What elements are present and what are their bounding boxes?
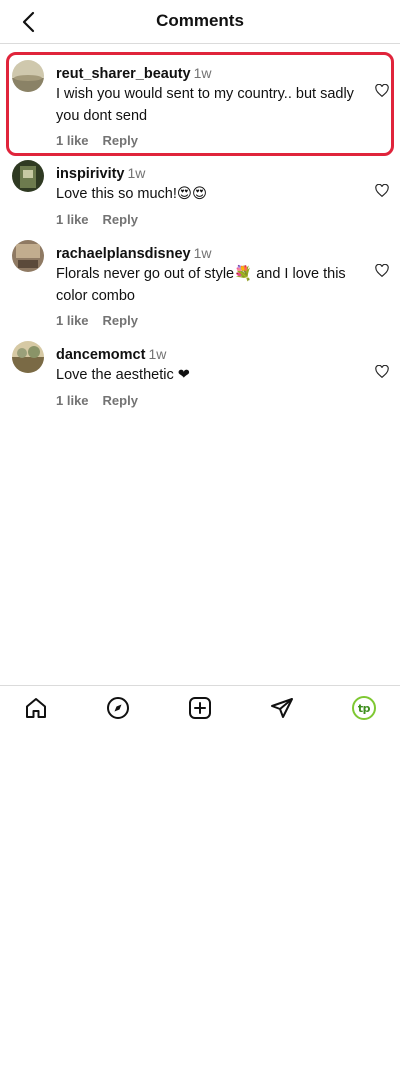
- comment-username[interactable]: reut_sharer_beauty: [56, 66, 191, 82]
- comments-list: reut_sharer_beauty 1w I wish you would se…: [0, 52, 400, 413]
- comment-item: reut_sharer_beauty 1w I wish you would se…: [0, 52, 400, 156]
- like-button[interactable]: [374, 182, 390, 198]
- bottom-navigation: tp: [0, 685, 400, 731]
- comment-item: rachaelplansdisney 1w Florals never go ou…: [0, 232, 400, 333]
- reply-button[interactable]: Reply: [103, 393, 138, 408]
- comment-time: 1w: [127, 165, 146, 181]
- comment-text: Love this so much!😍😍: [56, 186, 208, 202]
- nav-explore-button[interactable]: [104, 694, 132, 722]
- likes-count[interactable]: 1 like: [56, 313, 89, 328]
- avatar[interactable]: [12, 240, 44, 272]
- header: Comments: [0, 0, 400, 44]
- nav-new-post-button[interactable]: [186, 694, 214, 722]
- like-button[interactable]: [374, 262, 390, 278]
- heart-icon: [375, 183, 389, 197]
- comment-username[interactable]: rachaelplansdisney: [56, 246, 191, 262]
- reply-button[interactable]: Reply: [103, 212, 138, 227]
- direct-message-send-icon: [271, 698, 293, 718]
- comment-username[interactable]: inspirivity: [56, 166, 125, 182]
- reply-button[interactable]: Reply: [103, 133, 138, 148]
- page-title: Comments: [156, 11, 244, 30]
- like-button[interactable]: [374, 363, 390, 379]
- nav-profile-button[interactable]: tp: [350, 694, 378, 722]
- comment-time: 1w: [148, 346, 167, 362]
- home-icon: [26, 698, 46, 718]
- nav-direct-button[interactable]: [268, 694, 296, 722]
- likes-count[interactable]: 1 like: [56, 212, 89, 227]
- avatar[interactable]: [12, 160, 44, 192]
- comment-text: Florals never go out of style💐 and I lov…: [56, 266, 346, 304]
- like-button[interactable]: [374, 82, 390, 98]
- likes-count[interactable]: 1 like: [56, 133, 89, 148]
- comment-time: 1w: [193, 65, 212, 81]
- comment-text: I wish you would sent to my country.. bu…: [56, 86, 354, 124]
- avatar[interactable]: [12, 60, 44, 92]
- comment-item: inspirivity 1w Love this so much!😍😍 1 lik…: [0, 152, 400, 232]
- heart-icon: [375, 83, 389, 97]
- avatar[interactable]: [12, 341, 44, 373]
- heart-icon: [375, 263, 389, 277]
- explore-compass-icon: [107, 697, 129, 719]
- comment-username[interactable]: dancemomct: [56, 347, 145, 363]
- nav-home-button[interactable]: [22, 694, 50, 722]
- comment-time: 1w: [193, 245, 212, 261]
- profile-avatar: tp: [352, 696, 376, 720]
- likes-count[interactable]: 1 like: [56, 393, 89, 408]
- new-post-plus-icon: [189, 697, 211, 719]
- comment-text: Love the aesthetic ❤: [56, 367, 190, 383]
- reply-button[interactable]: Reply: [103, 313, 138, 328]
- heart-icon: [375, 364, 389, 378]
- comment-item: dancemomct 1w Love the aesthetic ❤ 1 like…: [0, 333, 400, 413]
